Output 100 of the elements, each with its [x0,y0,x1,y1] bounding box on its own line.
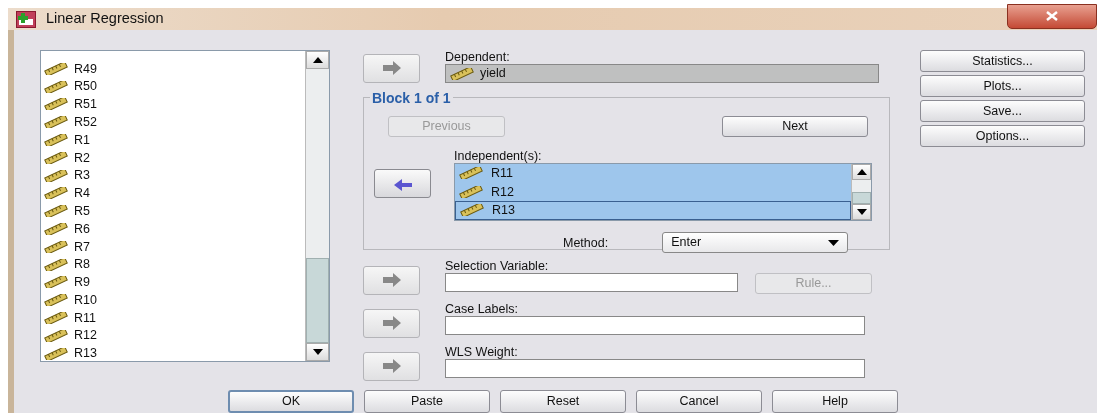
variable-item[interactable]: R50 [41,77,305,96]
variable-item[interactable]: R8 [41,255,305,274]
independent-list[interactable]: R11 R12 R13 [454,163,872,221]
ruler-icon [44,116,68,129]
dependent-field[interactable]: yield [445,64,879,83]
ruler-icon [44,169,68,182]
app-icon [16,10,36,28]
right-arrow-icon [380,60,403,77]
down-arrow-icon [312,349,323,355]
ruler-icon [44,276,68,289]
right-arrow-icon [380,272,403,289]
variable-item[interactable]: R3 [41,166,305,185]
variable-item[interactable]: R2 [41,149,305,167]
variable-item[interactable]: R6 [41,220,305,238]
dialog-button[interactable]: Help [772,390,898,413]
variable-name: R13 [492,202,515,220]
variable-name: R4 [74,185,90,203]
ruler-icon [44,98,68,111]
variable-name: R5 [74,202,90,220]
text-field[interactable] [445,359,865,378]
variable-item[interactable]: R7 [41,237,305,256]
field-label: Case Labels: [445,302,519,316]
ruler-icon [44,240,68,253]
right-arrow-icon [380,358,403,375]
dialog-button[interactable]: OK [228,390,354,413]
up-arrow-icon [856,169,867,175]
dialog-button[interactable]: Plots... [920,75,1085,97]
variable-name: R50 [74,78,97,96]
field-label: Dependent: [445,50,511,64]
dialog-button[interactable]: Statistics... [920,50,1085,72]
field-label: Independent(s): [454,149,543,163]
ruler-icon [44,151,68,164]
variable-item[interactable]: R9 [41,273,305,292]
variable-name: R12 [491,183,514,201]
variable-name: R51 [74,96,97,114]
ruler-icon [44,347,68,360]
variable-item[interactable]: R11 [41,309,305,327]
ruler-icon [44,258,68,271]
field-value: yield [480,65,506,83]
dialog-button[interactable]: Cancel [636,390,762,413]
down-arrow-icon [856,209,867,215]
variable-name: R9 [74,274,90,292]
scrollbar[interactable] [305,51,329,361]
caret-icon [828,239,840,246]
variable-name: R1 [74,131,90,149]
variable-name: R11 [491,164,513,182]
scroll-thumb[interactable] [852,192,871,204]
variable-item[interactable]: R51 [41,95,305,114]
variable-item[interactable]: R1 [41,131,305,149]
variable-name: R6 [74,220,90,238]
variable-name: R12 [74,327,97,345]
text-field[interactable] [445,273,738,292]
scroll-thumb[interactable] [306,258,329,343]
ruler-icon [44,223,68,236]
variable-list[interactable]: R49 R50 R51 R52 R1 R2 R3 R4 R5 R6 R7 R8 R9 R10 R11 R12 R13 [40,50,330,362]
ruler-icon [44,329,68,342]
scrollbar[interactable] [851,164,871,220]
ruler-icon [44,312,68,325]
variable-item[interactable]: R5 [41,202,305,221]
ruler-icon [44,294,68,307]
variable-name: R49 [74,60,97,78]
next-button[interactable]: Next [722,116,868,137]
variable-name: R3 [74,167,90,185]
ruler-icon [44,80,68,93]
ruler-icon [44,62,68,75]
ruler-icon [44,134,68,147]
field-label: WLS Weight: [445,345,519,359]
dialog-button[interactable]: Reset [500,390,626,413]
scroll-down-button[interactable] [306,343,329,361]
scroll-down-button[interactable] [852,204,871,220]
variable-name: R2 [74,149,90,167]
field-label: Selection Variable: [445,259,550,273]
method-dropdown[interactable]: Enter [662,232,849,253]
dropdown-value: Enter [671,234,702,252]
field-label: Method: [563,235,609,250]
variable-name: R11 [74,309,96,327]
right-arrow-icon [380,315,403,332]
scroll-up-button[interactable] [852,164,871,180]
ruler-icon [44,187,68,200]
ruler-icon [44,205,68,218]
up-arrow-icon [312,57,323,63]
variable-item[interactable]: R13 [455,201,851,220]
variable-item[interactable]: R4 [41,184,305,203]
variable-item[interactable]: R52 [41,113,305,132]
variable-item[interactable]: R12 [41,326,305,345]
close-button[interactable] [1007,3,1097,29]
variable-name: R10 [74,291,97,309]
text-field[interactable] [445,316,865,335]
scroll-up-button[interactable] [306,51,329,69]
variable-item[interactable]: R10 [41,291,305,310]
variable-name: R52 [74,113,97,131]
dialog-button[interactable]: Save... [920,100,1085,122]
arrow-button[interactable] [374,169,431,198]
close-icon [1045,11,1059,21]
dialog-button[interactable]: Options... [920,125,1085,147]
variable-name: R7 [74,238,90,256]
dialog-button[interactable]: Paste [364,390,490,413]
variable-name: R8 [74,256,90,274]
variable-item[interactable]: R13 [41,344,305,361]
variable-item[interactable]: R49 [41,60,305,78]
